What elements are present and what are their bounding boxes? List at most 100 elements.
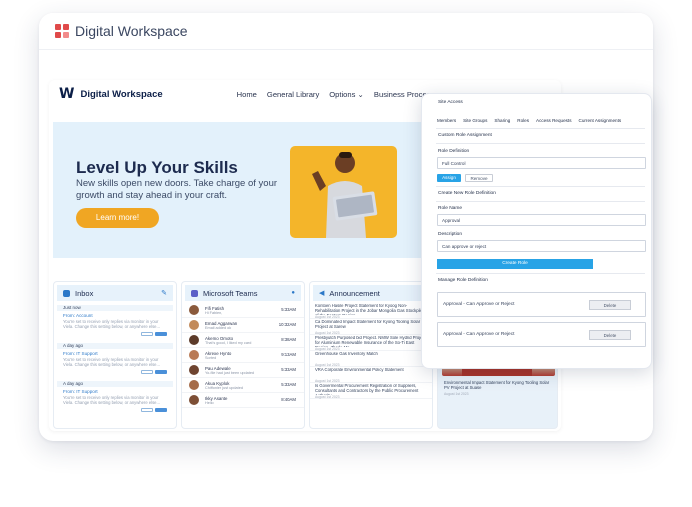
inbox-header: Inbox ✎ xyxy=(57,285,173,301)
inbox-panel: Inbox ✎ Just now From: Account You're se… xyxy=(53,281,177,429)
inbox-group: A day ago From: IT Support You're set to… xyxy=(57,381,173,415)
inbox-message[interactable]: From: IT Support You're set to receive o… xyxy=(57,387,173,415)
chat-name: Ikky Asante xyxy=(205,395,228,401)
message-primary-button[interactable] xyxy=(155,332,167,336)
role-definition-item: Approval - Can Approve or Reject Delete xyxy=(437,322,646,347)
delete-role-button[interactable]: Delete xyxy=(589,300,631,310)
message-primary-button[interactable] xyxy=(155,370,167,374)
announcement-item[interactable]: Greenhouse Gas Inventory Match August 1st… xyxy=(310,351,432,367)
teams-chat-item[interactable]: Akua Kyplok Chiffonier just updated 5:33AM xyxy=(182,378,304,393)
tab-current-assignments[interactable]: Current Assignments xyxy=(579,118,622,123)
chat-time: 9:13AM xyxy=(281,352,296,357)
teams-panel: Microsoft Teams ● Fifi Fatish Hi Fabien, 5… xyxy=(181,281,305,429)
news-caption[interactable]: Environmental Impact Statement for Kyong… xyxy=(444,380,554,391)
nav-link-home[interactable]: Home xyxy=(237,90,257,99)
app-logo-icon xyxy=(55,24,69,38)
chevron-down-icon: ⌄ xyxy=(355,89,364,99)
avatar xyxy=(189,350,199,360)
message-from: From: IT Support xyxy=(63,351,98,356)
avatar xyxy=(189,395,199,405)
announcement-item[interactable]: Presbyutch Purposed bid Project. NMW Sol… xyxy=(310,335,432,351)
inbox-title: Inbox xyxy=(75,288,94,298)
message-from: From: Account xyxy=(63,313,93,318)
remove-button[interactable]: Remove xyxy=(465,174,493,182)
announcement-text: Greenhouse Gas Inventory Match xyxy=(315,352,378,356)
chat-time: 8:38AM xyxy=(281,337,296,342)
announcement-title: Announcement xyxy=(329,288,380,298)
assign-button[interactable]: Assign xyxy=(437,174,461,182)
teams-list: Fifi Fatish Hi Fabien, 5:33AM Emad Aggarwa… xyxy=(182,303,304,408)
announcement-list: Kontoen Hasile Project Statement for Kyo… xyxy=(310,303,432,399)
teams-chat-item[interactable]: Akemo Omoto That's good, I liked my card 8… xyxy=(182,333,304,348)
teams-header: Microsoft Teams ● xyxy=(185,285,301,301)
announcement-item[interactable]: Is Govermental Procurement Registration … xyxy=(310,383,432,399)
nav-link-options[interactable]: Options ⌄ xyxy=(329,90,364,99)
nav-link-options-label: Options xyxy=(329,89,356,99)
tab-members[interactable]: Members xyxy=(437,118,456,123)
announcement-text: VRA Corporate Environmental Policy State… xyxy=(315,368,404,372)
inbox-group: Just now From: Account You're set to rec… xyxy=(57,305,173,339)
chat-time: 8:40AM xyxy=(281,397,296,402)
custom-role-heading: Custom Role Assignment xyxy=(438,133,492,138)
chat-name: Fifi Fatish xyxy=(205,305,225,311)
divider xyxy=(436,128,645,129)
message-from: From: IT Support xyxy=(63,389,98,394)
inbox-message[interactable]: From: IT Support You're set to receive o… xyxy=(57,349,173,377)
divider xyxy=(436,186,645,187)
manage-role-heading: Manage Role Definition xyxy=(438,278,488,283)
site-access-tabs: Members Site Groups Sharing Roles Access… xyxy=(437,118,621,123)
description-label: Description xyxy=(438,232,462,237)
role-definition-label: Role Definition xyxy=(438,149,470,154)
announcement-header: ◀ Announcement xyxy=(313,285,429,301)
delete-role-button[interactable]: Delete xyxy=(589,330,631,340)
mail-icon xyxy=(63,289,70,297)
divider xyxy=(436,201,645,202)
divider xyxy=(436,143,645,144)
create-role-heading: Create New Role Definition xyxy=(438,191,496,196)
message-primary-button[interactable] xyxy=(155,408,167,412)
message-text: You're set to receive only replies via m… xyxy=(63,319,160,329)
inbox-message[interactable]: From: Account You're set to receive only… xyxy=(57,311,173,339)
create-role-button[interactable]: Create Role xyxy=(437,259,593,269)
announcement-text: Is Govermental Procurement Registration … xyxy=(315,384,419,395)
chat-status: Chiffonier just updated xyxy=(205,385,243,390)
hero-image xyxy=(290,146,397,238)
chat-time: 10:32AM xyxy=(278,322,296,327)
chat-status: Sorted xyxy=(205,355,217,360)
announcement-item[interactable]: Kontoen Hasile Project Statement for Kyo… xyxy=(310,303,432,319)
chat-status: Hello xyxy=(205,400,214,405)
announcement-date: August 1st 2023 xyxy=(315,395,340,399)
chat-status: Hi Fabien, xyxy=(205,310,223,315)
teams-chat-item[interactable]: Ikky Asante Hello 8:40AM xyxy=(182,393,304,408)
avatar xyxy=(189,365,199,375)
tab-site-groups[interactable]: Site Groups xyxy=(463,118,487,123)
brand-logo-icon: W xyxy=(59,86,75,102)
teams-chat-item[interactable]: Akrexe Hynto Sorted 9:13AM xyxy=(182,348,304,363)
teams-chat-item[interactable]: Fifi Fatish Hi Fabien, 5:33AM xyxy=(182,303,304,318)
tab-access-requests[interactable]: Access Requests xyxy=(536,118,572,123)
message-secondary-button[interactable] xyxy=(141,332,153,336)
role-definition-select[interactable]: Full Control xyxy=(437,157,646,169)
message-text: You're set to receive only replies via m… xyxy=(63,357,160,367)
chat-name: Emad Aggarwan xyxy=(205,320,238,326)
message-secondary-button[interactable] xyxy=(141,370,153,374)
hero-title: Level Up Your Skills xyxy=(76,158,238,177)
nav-link-library[interactable]: General Library xyxy=(267,90,319,99)
role-name-input[interactable]: Approval xyxy=(437,214,646,226)
announcement-item[interactable]: Ca Dominated Impact Statement for Kyong … xyxy=(310,319,432,335)
teams-chat-item[interactable]: Pau Adewale Yo-file had just been updated… xyxy=(182,363,304,378)
site-access-panel: Site Access Members Site Groups Sharing … xyxy=(421,93,652,369)
role-definition-item: Approval - Can Approve or Reject Delete xyxy=(437,292,646,317)
message-secondary-button[interactable] xyxy=(141,408,153,412)
teams-title: Microsoft Teams xyxy=(203,288,258,298)
chat-time: 5:33AM xyxy=(281,307,296,312)
description-input[interactable]: Can approve or reject xyxy=(437,240,646,252)
teams-chat-item[interactable]: Emad Aggarwan Email added ok 10:32AM xyxy=(182,318,304,333)
tab-sharing[interactable]: Sharing xyxy=(494,118,510,123)
tab-roles[interactable]: Roles xyxy=(517,118,529,123)
learn-more-button[interactable]: Learn more! xyxy=(76,208,159,228)
hero-subtitle: New skills open new doors. Take charge o… xyxy=(76,178,278,201)
mic-icon[interactable]: ● xyxy=(291,290,295,296)
pin-icon[interactable]: ✎ xyxy=(161,289,167,297)
announcement-item[interactable]: VRA Corporate Environmental Policy State… xyxy=(310,367,432,383)
